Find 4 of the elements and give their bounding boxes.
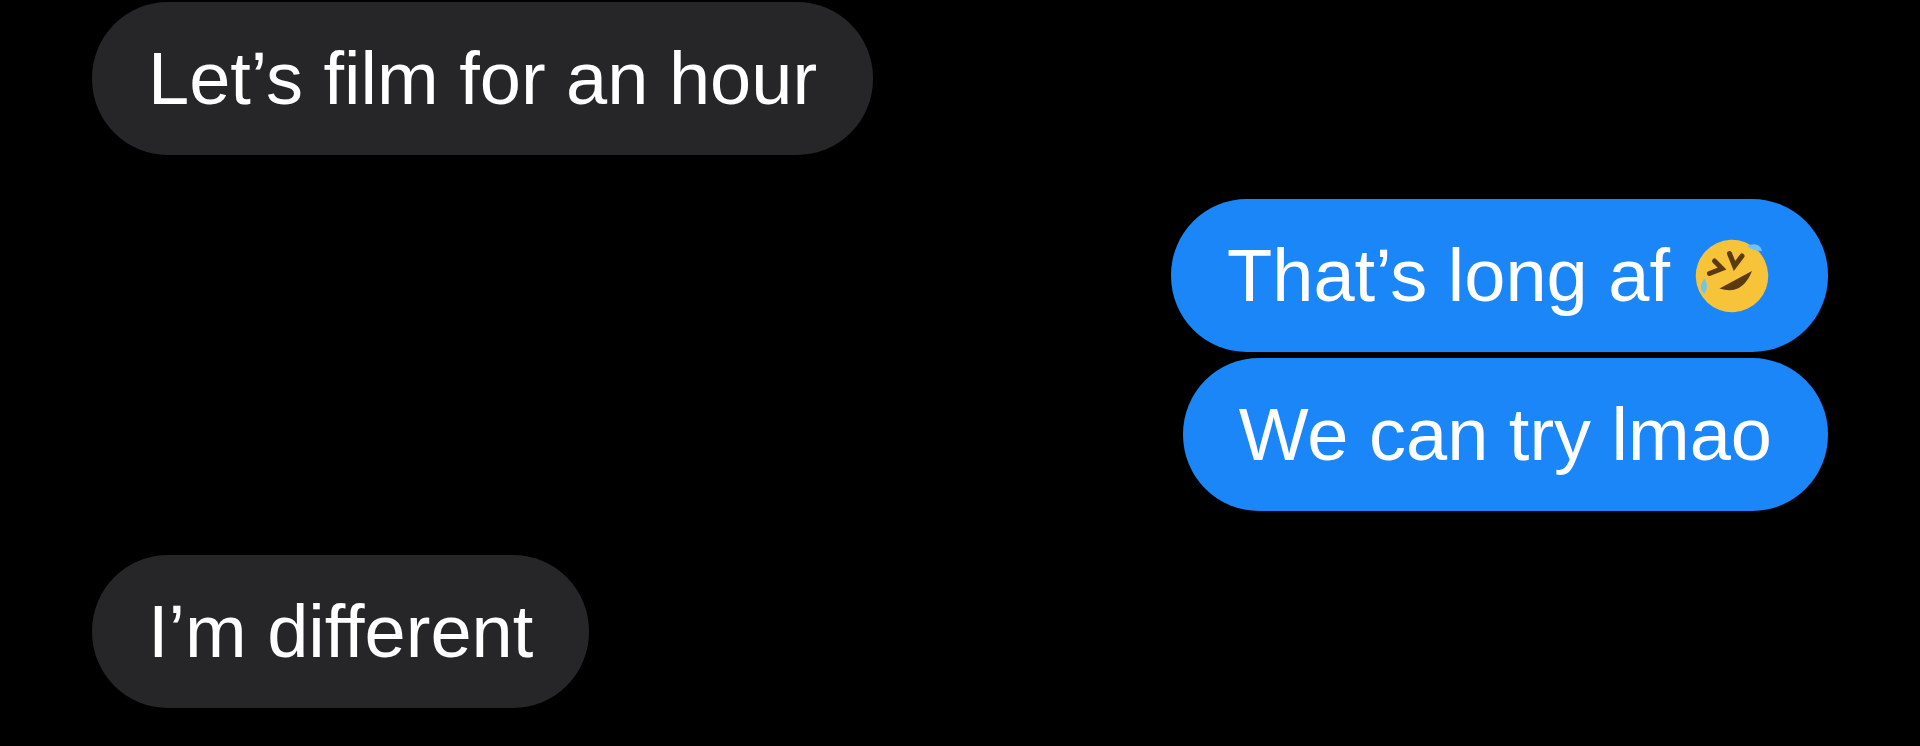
- message-bubble: That’s long af: [1171, 199, 1828, 352]
- message-bubble: We can try lmao: [1182, 358, 1828, 511]
- message-bubble: I’m different: [92, 555, 590, 708]
- message-bubble: Let’s film for an hour: [92, 2, 874, 155]
